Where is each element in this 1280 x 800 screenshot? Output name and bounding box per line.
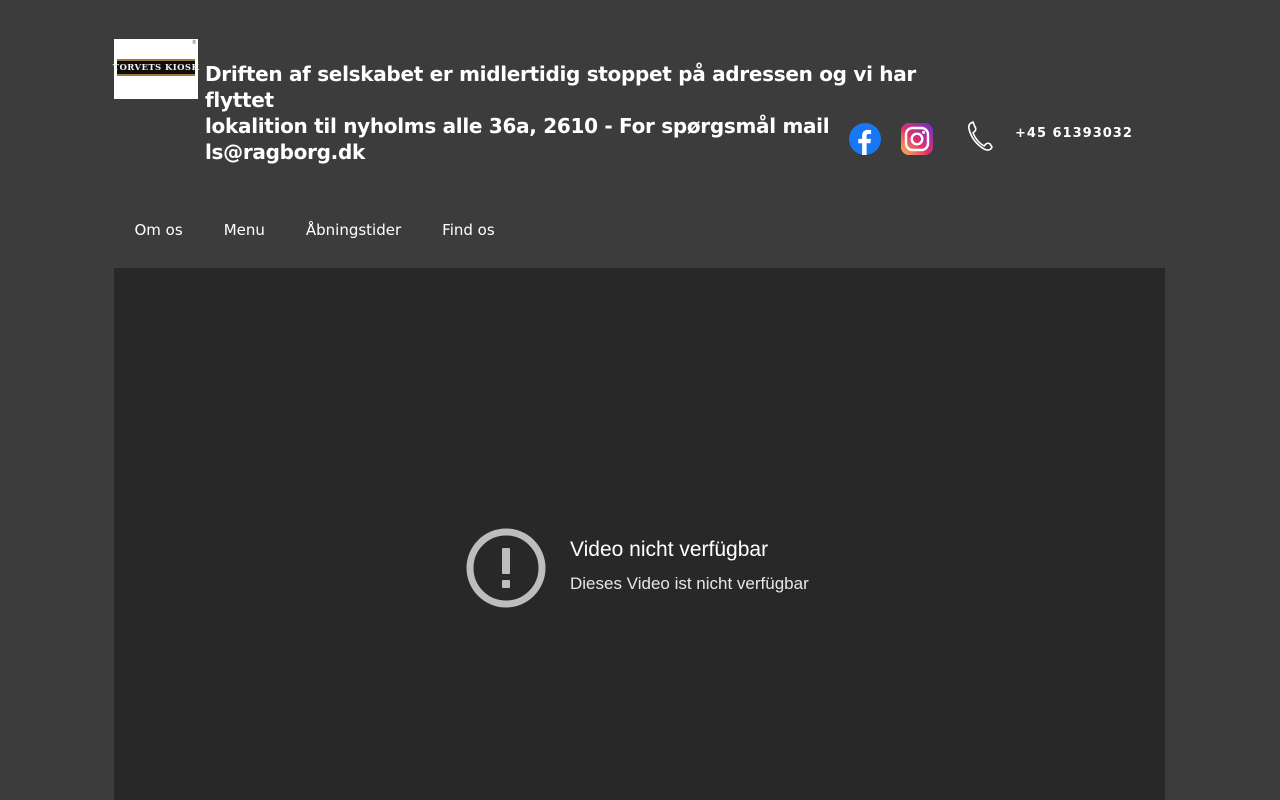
video-player[interactable]: Video nicht verfügbar Dieses Video ist n… xyxy=(114,268,1165,800)
video-error-subtitle: Dieses Video ist nicht verfügbar xyxy=(570,574,809,593)
registered-mark: ® xyxy=(192,40,196,46)
phone-number[interactable]: +45 61393032 xyxy=(1015,126,1133,141)
phone-icon xyxy=(967,121,993,151)
nav-item-om-os[interactable]: Om os xyxy=(114,210,203,250)
headline-line-2: lokalition til nyholms alle 36a, 2610 - … xyxy=(205,114,830,164)
facebook-icon xyxy=(849,123,881,155)
logo-plate: TORVETS KIOSK xyxy=(113,59,199,76)
nav-item-abningstider[interactable]: Åbningstider xyxy=(285,210,421,250)
site-logo[interactable]: ® TORVETS KIOSK xyxy=(113,39,199,99)
headline-line-1: Driften af selskabet er midlertidig stop… xyxy=(205,62,916,112)
main-nav: Om os Menu Åbningstider Find os xyxy=(114,210,515,250)
nav-item-menu[interactable]: Menu xyxy=(203,210,285,250)
instagram-link[interactable] xyxy=(901,123,933,155)
nav-item-find-os[interactable]: Find os xyxy=(422,210,516,250)
error-icon xyxy=(466,528,546,608)
logo-text: TORVETS KIOSK xyxy=(112,62,200,73)
instagram-icon xyxy=(901,123,933,155)
page: ® TORVETS KIOSK Driften af selskabet er … xyxy=(0,0,1280,800)
video-error-title: Video nicht verfügbar xyxy=(570,538,769,561)
facebook-link[interactable] xyxy=(849,123,881,155)
